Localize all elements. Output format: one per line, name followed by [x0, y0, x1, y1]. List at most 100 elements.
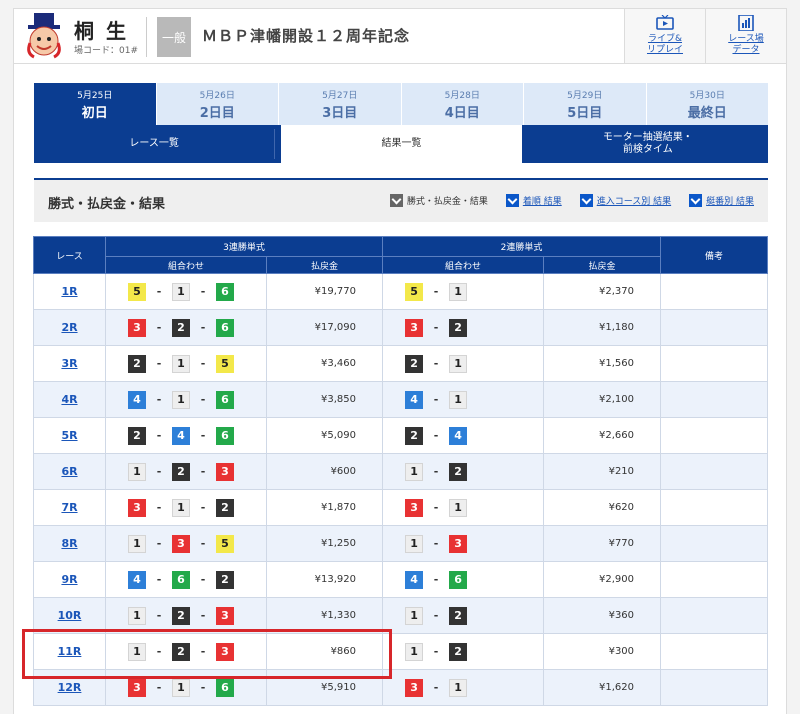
race-link[interactable]: 3R — [61, 357, 77, 370]
venue-header: 桐生 場コード：01# 一般 ＭＢＰ津幡開設１２周年記念 ライブ& リプレイ レ… — [13, 8, 787, 64]
trifecta-combo-cell: 4-1-6 — [105, 381, 267, 418]
day-tab-date: 5月27日 — [322, 90, 358, 101]
note-cell — [660, 597, 769, 634]
day-tab-2[interactable]: 5月26日 2日目 — [156, 83, 279, 125]
trifecta-combo-cell: 1-3-5 — [105, 525, 267, 562]
table-row: 7R 3-1-2 ¥1,870 3-1 ¥620 — [33, 489, 769, 526]
boat-number-badge: 6 — [449, 570, 468, 589]
boat-combination: 2-4-6 — [128, 426, 266, 445]
exacta-combo-cell: 1-2 — [382, 453, 545, 490]
tab-result-list[interactable]: 結果一覧 — [281, 125, 522, 163]
race-link[interactable]: 1R — [61, 285, 77, 298]
note-cell — [660, 273, 769, 310]
boat-number-badge: 1 — [172, 354, 190, 373]
separator: - — [200, 645, 206, 658]
race-link[interactable]: 6R — [61, 465, 77, 478]
boat-number-badge: 6 — [216, 678, 234, 697]
filter-label: 着順 結果 — [522, 197, 562, 207]
race-link[interactable]: 10R — [58, 609, 82, 622]
day-tab-5[interactable]: 5月29日 5日目 — [524, 83, 647, 125]
exacta-combo-cell: 3-1 — [382, 669, 545, 706]
header-divider — [146, 17, 147, 57]
trifecta-combo-cell: 5-1-6 — [105, 273, 267, 310]
filter-label: 勝式・払戻金・結果 — [406, 197, 488, 207]
boat-combination: 3-1 — [405, 678, 543, 697]
separator: - — [156, 357, 162, 370]
exacta-payout: ¥360 — [543, 597, 662, 634]
tab-race-list[interactable]: レース一覧 — [34, 129, 276, 159]
day-tab-4[interactable]: 5月28日 4日目 — [401, 83, 524, 125]
boat-number-badge: 3 — [405, 678, 424, 697]
tab-label: レース一覧 — [129, 138, 179, 149]
separator: - — [156, 465, 162, 478]
header-race: レース — [33, 236, 106, 274]
race-cell: 4R — [33, 381, 106, 418]
note-cell — [660, 453, 769, 490]
boat-number-badge: 2 — [216, 570, 234, 589]
trifecta-payout: ¥3,850 — [265, 381, 384, 418]
day-tab-label: 4日目 — [444, 105, 480, 121]
boat-number-badge: 2 — [449, 462, 468, 481]
live-replay-button[interactable]: ライブ& リプレイ — [624, 9, 705, 63]
separator: - — [200, 573, 206, 586]
tv-icon — [656, 15, 674, 30]
exacta-payout: ¥2,100 — [543, 381, 662, 418]
boat-number-badge: 2 — [128, 354, 146, 373]
day-tab-6[interactable]: 5月30日 最終日 — [646, 83, 768, 125]
results-table: レース 3連勝単式 2連勝単式 備考 組合わせ 払戻金 組合わせ 払戻金 1R 5… — [33, 236, 769, 706]
note-cell — [660, 309, 769, 346]
exacta-payout: ¥2,370 — [543, 273, 662, 310]
separator: - — [200, 321, 206, 334]
note-cell — [660, 345, 769, 382]
boat-number-badge: 3 — [128, 318, 146, 337]
venue-data-button[interactable]: レース場 データ — [705, 9, 786, 63]
exacta-payout: ¥2,900 — [543, 561, 662, 598]
tab-motor-lottery[interactable]: モーター抽選結果・ 前検タイム — [528, 129, 768, 159]
checkbox-icon — [389, 194, 403, 207]
header-combo: 組合わせ — [105, 256, 267, 274]
exacta-combo-cell: 4-6 — [382, 561, 545, 598]
race-link[interactable]: 4R — [61, 393, 77, 406]
race-link[interactable]: 5R — [61, 429, 77, 442]
filter-course[interactable]: 進入コース別 結果 — [579, 194, 671, 207]
boat-number-badge: 4 — [405, 570, 424, 589]
day-tab-3[interactable]: 5月27日 3日目 — [279, 83, 402, 125]
boat-combination: 1-2 — [405, 606, 543, 625]
day-tab-1[interactable]: 5月25日 初日 — [34, 83, 157, 125]
boat-combination: 1-3-5 — [128, 534, 266, 553]
race-link[interactable]: 11R — [58, 645, 82, 658]
trifecta-payout: ¥5,910 — [265, 669, 384, 706]
filter-payout[interactable]: 勝式・払戻金・結果 — [389, 194, 488, 207]
race-cell: 3R — [33, 345, 106, 382]
race-link[interactable]: 7R — [61, 501, 77, 514]
trifecta-combo-cell: 4-6-2 — [105, 561, 267, 598]
filter-links: 勝式・払戻金・結果 着順 結果 進入コース別 結果 艇番別 結果 — [389, 194, 754, 207]
boat-number-badge: 2 — [172, 606, 190, 625]
table-row: 3R 2-1-5 ¥3,460 2-1 ¥1,560 — [33, 345, 769, 382]
boat-number-badge: 5 — [216, 354, 234, 373]
exacta-payout: ¥770 — [543, 525, 662, 562]
venue-name: 桐生 — [74, 19, 138, 43]
boat-combination: 5-1-6 — [128, 282, 266, 301]
race-link[interactable]: 12R — [58, 681, 82, 694]
note-cell — [660, 561, 769, 598]
filter-boat-number[interactable]: 艇番別 結果 — [689, 194, 754, 207]
checkbox-icon — [505, 194, 519, 207]
table-row: 12R 3-1-6 ¥5,910 3-1 ¥1,620 — [33, 669, 769, 706]
separator: - — [433, 357, 439, 370]
race-link[interactable]: 2R — [61, 321, 77, 334]
trifecta-combo-cell: 1-2-3 — [105, 633, 267, 670]
boat-number-badge: 3 — [405, 318, 424, 337]
day-tab-label: 5日目 — [567, 105, 603, 121]
race-link[interactable]: 8R — [61, 537, 77, 550]
race-cell: 6R — [33, 453, 106, 490]
filter-finish-order[interactable]: 着順 結果 — [505, 194, 562, 207]
boat-number-badge: 4 — [405, 390, 424, 409]
race-link[interactable]: 9R — [61, 573, 77, 586]
separator: - — [433, 393, 439, 406]
boat-number-badge: 1 — [172, 678, 190, 697]
exacta-combo-cell: 1-2 — [382, 633, 545, 670]
day-tab-label: 最終日 — [687, 105, 727, 121]
boat-number-badge: 2 — [449, 318, 468, 337]
venue-code: 場コード：01# — [74, 46, 138, 56]
